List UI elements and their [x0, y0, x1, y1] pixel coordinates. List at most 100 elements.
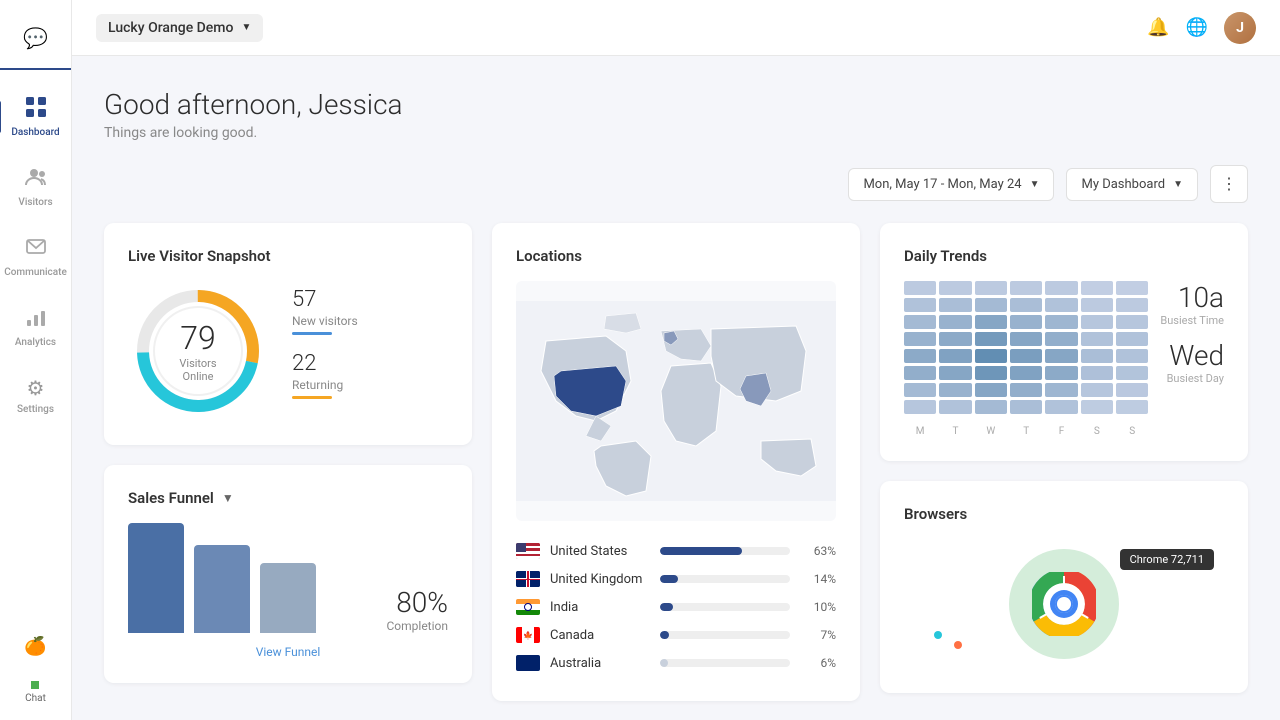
communicate-icon [25, 236, 47, 263]
heatmap-cell [1116, 298, 1148, 312]
country-name: United Kingdom [550, 572, 650, 587]
locations-title: Locations [516, 247, 836, 265]
donut-chart: 79 Visitors Online [128, 281, 268, 421]
avatar-initials: J [1236, 20, 1244, 36]
heatmap-cell [1045, 400, 1077, 414]
date-range-label: Mon, May 17 - Mon, May 24 [863, 177, 1021, 192]
funnel-bars [128, 523, 374, 633]
location-list: United States 63% [516, 537, 836, 677]
heatmap-cell [939, 366, 971, 380]
heatmap-cell [1081, 383, 1113, 397]
location-bar-wrap [660, 575, 790, 583]
sidebar-item-visitors[interactable]: Visitors [6, 156, 66, 218]
heatmap-cell [1010, 332, 1042, 346]
world-map-svg [516, 281, 836, 521]
visitor-snapshot-title: Live Visitor Snapshot [128, 247, 448, 265]
sidebar-item-communicate[interactable]: Communicate [6, 226, 66, 288]
day-label-m: M [904, 426, 936, 437]
funnel-header: Sales Funnel ▼ [128, 489, 448, 507]
sidebar-item-chat-top[interactable]: 💬 [6, 16, 66, 60]
visitor-stats: 57 New visitors 22 Returning [292, 287, 448, 415]
busiest-day-label: Busiest Day [1160, 372, 1224, 385]
list-item: United Kingdom 14% [516, 565, 836, 593]
world-map-container [516, 281, 836, 521]
sidebar-item-label: Analytics [15, 337, 56, 348]
avatar[interactable]: J [1224, 12, 1256, 44]
heatmap-cell [1045, 366, 1077, 380]
dashboard-name: My Dashboard [1081, 177, 1165, 192]
location-bar-wrap [660, 547, 790, 555]
sidebar-item-settings[interactable]: ⚙ Settings [6, 366, 66, 425]
heatmap-cell [939, 315, 971, 329]
heatmap-cell [1045, 315, 1077, 329]
heatmap-cell [1081, 366, 1113, 380]
heatmap-cell [939, 349, 971, 363]
view-funnel-link[interactable]: View Funnel [128, 645, 448, 659]
funnel-title: Sales Funnel [128, 489, 214, 507]
heatmap-cell [1081, 281, 1113, 295]
location-pct: 10% [800, 600, 836, 614]
completion-pct: 80% [386, 586, 448, 619]
heatmap-cell [1081, 400, 1113, 414]
chevron-down-icon: ▼ [241, 22, 251, 33]
visitors-label: Visitors Online [163, 357, 233, 383]
sidebar-item-label: Communicate [4, 267, 67, 278]
sidebar-bottom: 🍊 Chat [24, 636, 46, 704]
analytics-icon [25, 306, 47, 333]
date-picker[interactable]: Mon, May 17 - Mon, May 24 ▼ [848, 168, 1054, 201]
sidebar-item-dashboard[interactable]: Dashboard [6, 86, 66, 148]
topbar-right: 🔔 🌐 J [1147, 12, 1256, 44]
locations-card: Locations [492, 223, 860, 701]
page-subtitle: Things are looking good. [104, 125, 1248, 141]
funnel-dropdown[interactable]: ▼ [222, 491, 234, 505]
chat-bottom-label: Chat [25, 693, 46, 704]
location-pct: 7% [800, 628, 836, 642]
list-item: United States 63% [516, 537, 836, 565]
chrome-label: Chrome [1130, 553, 1169, 566]
heatmap-cell [1045, 298, 1077, 312]
country-name: Australia [550, 656, 650, 671]
heatmap-cell [1116, 400, 1148, 414]
heatmap-cell [1045, 332, 1077, 346]
visitor-inner: 79 Visitors Online 57 New visitors [128, 281, 448, 421]
day-label-s: S [1081, 426, 1113, 437]
topbar: Lucky Orange Demo ▼ 🔔 🌐 J [72, 0, 1280, 56]
heatmap-cell [904, 298, 936, 312]
dashboard-icon [25, 96, 47, 123]
heatmap-cell [975, 366, 1007, 380]
heatmap-cell [975, 383, 1007, 397]
sidebar: 💬 Dashboard Visitors [0, 0, 72, 720]
heatmap-cell [1045, 349, 1077, 363]
notification-icon[interactable]: 🔔 [1147, 17, 1169, 38]
new-visitors-stat: 57 New visitors [292, 287, 448, 335]
new-visitors-count: 57 [292, 287, 448, 312]
heatmap-cell [975, 332, 1007, 346]
sidebar-item-label: Settings [17, 404, 54, 415]
site-selector[interactable]: Lucky Orange Demo ▼ [96, 14, 263, 42]
funnel-inner: 80% Completion [128, 523, 448, 633]
heatmap-cell [939, 332, 971, 346]
chevron-down-icon: ▼ [1173, 179, 1183, 190]
heatmap-cell [1116, 366, 1148, 380]
donut-center: 79 Visitors Online [163, 319, 233, 383]
page-title: Good afternoon, Jessica [104, 88, 1248, 121]
heatmap-cell [1116, 315, 1148, 329]
chat-icon: 💬 [23, 26, 48, 50]
globe-icon[interactable]: 🌐 [1186, 17, 1208, 38]
chrome-logo-svg [1032, 572, 1096, 636]
settings-icon: ⚙ [27, 376, 45, 400]
page-content: Good afternoon, Jessica Things are looki… [72, 56, 1280, 720]
heatmap-cell [1010, 349, 1042, 363]
sidebar-item-analytics[interactable]: Analytics [6, 296, 66, 358]
chrome-tooltip: Chrome 72,711 [1120, 549, 1214, 570]
location-pct: 63% [800, 544, 836, 558]
heatmap-cell [1081, 298, 1113, 312]
heatmap-cell [904, 383, 936, 397]
more-options-button[interactable]: ⋮ [1210, 165, 1248, 203]
heatmap-cell [1081, 315, 1113, 329]
chat-bottom-button[interactable]: Chat [25, 665, 46, 704]
sales-funnel-card: Sales Funnel ▼ [104, 465, 472, 683]
dashboard-selector[interactable]: My Dashboard ▼ [1066, 168, 1198, 201]
returning-label: Returning [292, 378, 448, 392]
heatmap-cell [1116, 349, 1148, 363]
